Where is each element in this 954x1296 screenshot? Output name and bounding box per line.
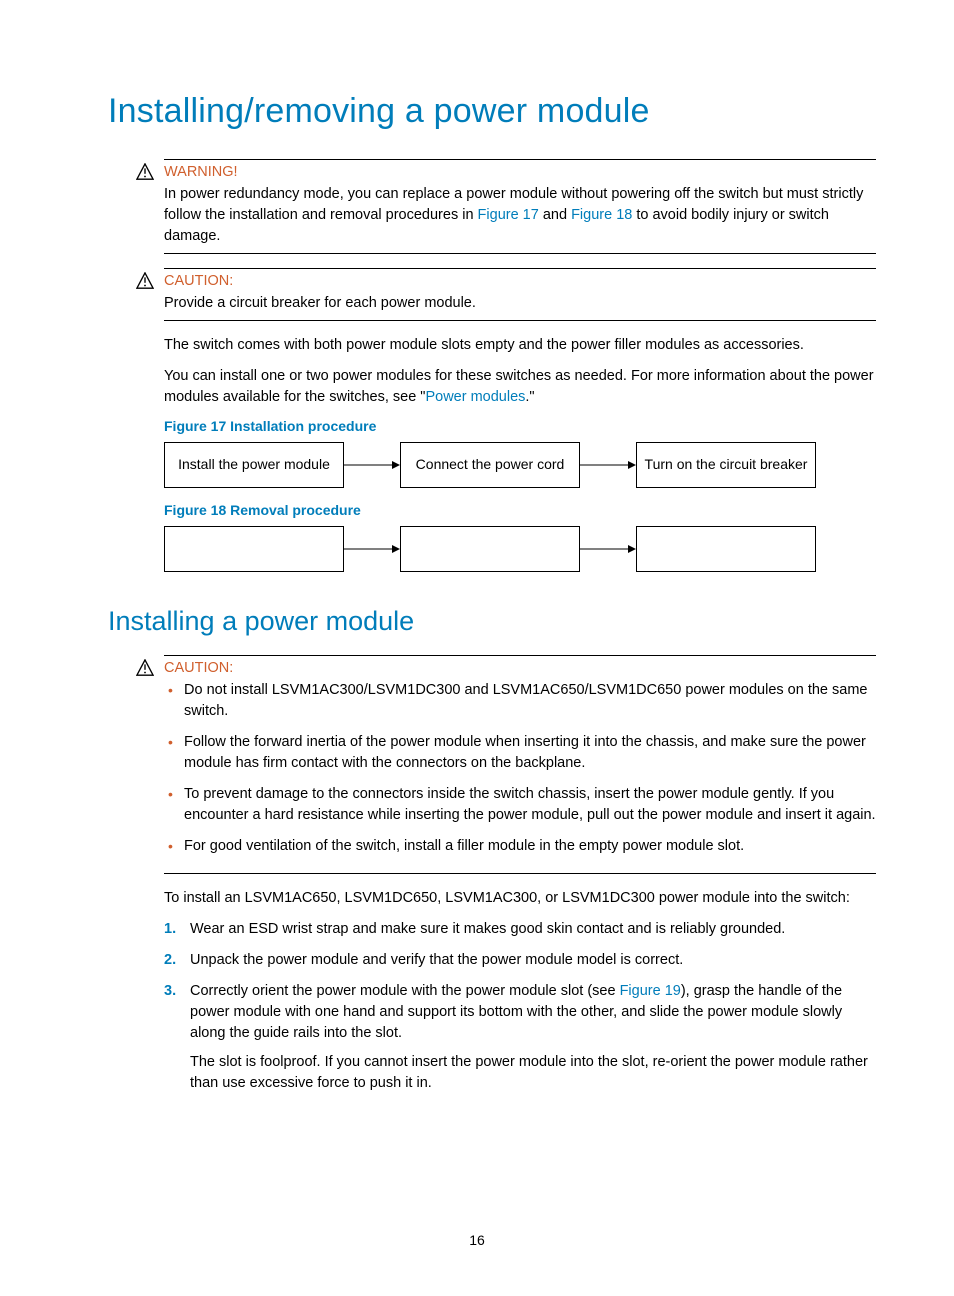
step-item: Unpack the power module and verify that … <box>190 950 876 971</box>
power-modules-link[interactable]: Power modules <box>425 389 525 405</box>
list-item: Follow the forward inertia of the power … <box>184 732 876 774</box>
warning-text: In power redundancy mode, you can replac… <box>164 184 876 247</box>
step-item: Wear an ESD wrist strap and make sure it… <box>190 919 876 940</box>
step-sub-paragraph: The slot is foolproof. If you cannot ins… <box>190 1052 876 1094</box>
flow-box <box>636 526 816 572</box>
page-number: 16 <box>0 1232 954 1248</box>
flow-box: Connect the power cord <box>400 442 580 488</box>
caution-label: CAUTION: <box>164 273 876 289</box>
flow-box <box>164 526 344 572</box>
warning-label: WARNING! <box>164 164 876 180</box>
caution-icon <box>136 272 154 290</box>
intro-paragraph: To install an LSVM1AC650, LSVM1DC650, LS… <box>164 888 876 909</box>
flow-box <box>400 526 580 572</box>
warning-icon <box>136 163 154 181</box>
figure-17-link[interactable]: Figure 17 <box>478 207 539 223</box>
caution-icon <box>136 659 154 677</box>
arrow-icon <box>580 458 636 472</box>
text: and <box>539 207 571 223</box>
figure-17-caption: Figure 17 Installation procedure <box>164 418 876 434</box>
text: Correctly orient the power module with t… <box>190 983 620 999</box>
list-item: For good ventilation of the switch, inst… <box>184 836 876 857</box>
section-heading: Installing a power module <box>108 606 876 637</box>
flow-box: Turn on the circuit breaker <box>636 442 816 488</box>
page: Installing/removing a power module WARNI… <box>0 0 954 1296</box>
caution-text: Provide a circuit breaker for each power… <box>164 293 876 314</box>
page-title: Installing/removing a power module <box>108 92 876 131</box>
warning-admonition: WARNING! In power redundancy mode, you c… <box>142 159 876 254</box>
list-item: Do not install LSVM1AC300/LSVM1DC300 and… <box>184 680 876 722</box>
arrow-icon <box>580 542 636 556</box>
figure-17-flow: Install the power module Connect the pow… <box>164 442 876 488</box>
figure-18-caption: Figure 18 Removal procedure <box>164 502 876 518</box>
body-paragraph: You can install one or two power modules… <box>164 366 876 408</box>
install-steps: Wear an ESD wrist strap and make sure it… <box>164 919 876 1094</box>
caution-label: CAUTION: <box>164 660 876 676</box>
list-item: To prevent damage to the connectors insi… <box>184 784 876 826</box>
figure-18-flow <box>164 526 876 572</box>
figure-19-link[interactable]: Figure 19 <box>620 983 681 999</box>
caution-admonition: CAUTION: Do not install LSVM1AC300/LSVM1… <box>142 655 876 874</box>
body-paragraph: The switch comes with both power module … <box>164 335 876 356</box>
flow-box: Install the power module <box>164 442 344 488</box>
arrow-icon <box>344 542 400 556</box>
text: ." <box>525 389 534 405</box>
step-item: Correctly orient the power module with t… <box>190 981 876 1094</box>
caution-list: Do not install LSVM1AC300/LSVM1DC300 and… <box>164 680 876 857</box>
figure-18-link[interactable]: Figure 18 <box>571 207 632 223</box>
arrow-icon <box>344 458 400 472</box>
caution-admonition: CAUTION: Provide a circuit breaker for e… <box>142 268 876 321</box>
